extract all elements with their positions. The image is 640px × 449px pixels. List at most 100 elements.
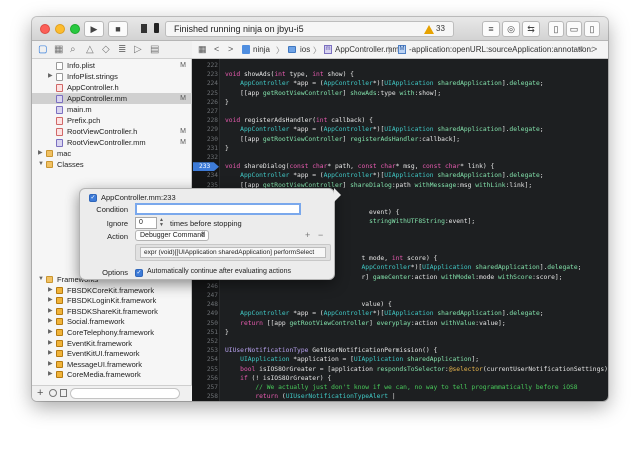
disclosure-closed-icon[interactable]: ▶ — [38, 148, 43, 159]
code-line[interactable]: } — [225, 144, 229, 153]
line-number[interactable]: 251 — [192, 328, 218, 337]
code-line[interactable]: AppController *app = (AppController*)[UI… — [225, 309, 543, 318]
jump-segment-folder[interactable]: ios — [300, 45, 310, 54]
code-line[interactable]: return (UIUserNotificationTypeAlert | — [225, 392, 395, 401]
disclosure-open-icon[interactable]: ▼ — [38, 159, 44, 170]
add-file-button[interactable]: + — [37, 387, 43, 399]
warning-icon[interactable]: △ — [86, 45, 94, 55]
code-line[interactable]: } — [225, 98, 229, 107]
code-line[interactable]: void showAds(int type, int show) { — [225, 70, 354, 79]
add-action-button[interactable]: + — [305, 230, 310, 240]
code-line[interactable]: if (! isIOS8OrGreater) { — [225, 374, 331, 383]
line-number[interactable]: 253 — [192, 346, 218, 355]
code-line[interactable]: // We actually just don't know if we can… — [225, 383, 577, 392]
condition-field[interactable] — [135, 203, 301, 215]
disclosure-closed-icon[interactable]: ▶ — [48, 306, 53, 317]
file-tree-item[interactable]: RootViewController.mm M — [32, 137, 192, 148]
code-line[interactable]: void registerAdsHandler(int callback) { — [225, 116, 373, 125]
line-number[interactable]: 232 — [192, 153, 218, 162]
scm-filter-icon[interactable] — [60, 389, 67, 397]
file-tree-item[interactable]: ▶ FBSDKCoreKit.framework — [32, 285, 192, 296]
line-number[interactable]: 227 — [192, 107, 218, 116]
disclosure-open-icon[interactable]: ▼ — [38, 274, 44, 285]
ignore-count-field[interactable]: 0 — [135, 217, 157, 229]
warning-icon[interactable] — [424, 25, 434, 34]
stop-button[interactable]: ■ — [108, 21, 128, 37]
code-line[interactable]: UIApplication *application = [UIApplicat… — [225, 355, 479, 364]
file-tree-item[interactable]: AppController.h — [32, 82, 192, 93]
breakpoint-marker[interactable]: 233 — [193, 162, 219, 172]
line-number[interactable]: 256 — [192, 374, 218, 383]
scheme-selector[interactable] — [141, 24, 149, 34]
file-tree-item[interactable]: ▶ CoreTelephony.framework — [32, 327, 192, 338]
assistant-editor-button[interactable]: ◎ — [502, 21, 520, 37]
line-number[interactable]: 255 — [192, 365, 218, 374]
line-number[interactable]: 224 — [192, 79, 218, 88]
code-line[interactable]: AppController *app = (AppController*)[UI… — [225, 125, 543, 134]
file-tree-item[interactable]: ▼ Classes — [32, 159, 192, 170]
back-button[interactable]: < — [214, 44, 219, 54]
disclosure-closed-icon[interactable]: ▶ — [48, 285, 53, 296]
warning-count[interactable]: 33 — [436, 24, 445, 33]
symbol-icon[interactable]: ▦ — [54, 45, 63, 55]
disclosure-closed-icon[interactable]: ▶ — [48, 348, 53, 359]
code-line[interactable]: return [[app getRootViewController] ever… — [225, 319, 505, 328]
forward-button[interactable]: > — [228, 44, 233, 54]
recent-files-icon[interactable] — [49, 389, 57, 397]
code-line[interactable]: [[app getRootViewController] registerAds… — [225, 135, 460, 144]
file-tree-item[interactable]: RootViewController.h M — [32, 126, 192, 137]
close-window-button[interactable] — [40, 24, 50, 34]
disclosure-closed-icon[interactable]: ▶ — [48, 71, 53, 82]
breakpoint-icon[interactable]: ▷ — [134, 45, 142, 55]
file-tree-item[interactable]: ▶ EventKitUI.framework — [32, 348, 192, 359]
breakpoint-enabled-checkbox[interactable]: ✓ — [89, 194, 97, 202]
related-items-icon[interactable]: ▦ — [198, 44, 207, 55]
next-issue-button[interactable]: > — [592, 44, 597, 54]
line-number[interactable]: 222 — [192, 61, 218, 70]
code-line[interactable]: [[app getRootViewController] showAds:typ… — [225, 89, 441, 98]
disclosure-closed-icon[interactable]: ▶ — [48, 327, 53, 338]
debugger-command-field[interactable]: expr (void)[[UIApplication sharedApplica… — [140, 247, 326, 258]
file-tree-item[interactable]: ▶ MessageUI.framework — [32, 359, 192, 370]
file-tree-item[interactable]: ▶ FBSDKShareKit.framework — [32, 306, 192, 317]
code-line[interactable]: AppController *app = (AppController*)[UI… — [225, 171, 543, 180]
file-tree-item[interactable]: ▶ CoreMedia.framework — [32, 369, 192, 380]
line-number[interactable]: 223 — [192, 70, 218, 79]
file-tree-item[interactable]: Info.plist M — [32, 60, 192, 71]
toggle-debug-area-button[interactable]: ▭ — [566, 21, 582, 37]
ignore-stepper[interactable]: ▲ ▼ — [159, 218, 165, 229]
standard-editor-button[interactable]: ≡ — [482, 21, 500, 37]
line-number[interactable]: 231 — [192, 144, 218, 153]
debug-icon[interactable]: ≣ — [118, 45, 126, 55]
disclosure-closed-icon[interactable]: ▶ — [48, 369, 53, 380]
jump-segment-method[interactable]: -application:openURL:sourceApplication:a… — [409, 45, 593, 54]
file-tree-item[interactable]: Prefix.pch — [32, 115, 192, 126]
version-editor-button[interactable]: ⇆ — [522, 21, 540, 37]
run-button[interactable]: ▶ — [84, 21, 104, 37]
line-number[interactable]: 234 — [192, 171, 218, 180]
line-number[interactable]: 250 — [192, 319, 218, 328]
code-line[interactable]: value) { — [225, 300, 391, 309]
device-selector[interactable] — [151, 21, 161, 37]
search-icon[interactable]: ⌕ — [70, 45, 76, 55]
line-number[interactable]: 258 — [192, 392, 218, 401]
file-tree-item[interactable]: main.m — [32, 104, 192, 115]
code-line[interactable]: bool isIOS8OrGreater = [application resp… — [225, 365, 608, 374]
line-number[interactable]: 229 — [192, 125, 218, 134]
toggle-navigator-button[interactable]: ▯ — [548, 21, 564, 37]
test-icon[interactable]: ◇ — [102, 45, 110, 55]
action-type-select[interactable]: Debugger Command ⇕ — [135, 230, 209, 241]
minimize-window-button[interactable] — [55, 24, 65, 34]
file-tree-item[interactable]: ▶ mac — [32, 148, 192, 159]
remove-action-button[interactable]: − — [318, 230, 323, 240]
line-number[interactable]: 246 — [192, 282, 218, 291]
previous-issue-button[interactable]: < — [578, 44, 583, 54]
line-number[interactable]: 257 — [192, 383, 218, 392]
line-number[interactable]: 247 — [192, 291, 218, 300]
line-number[interactable]: 225 — [192, 89, 218, 98]
line-number[interactable]: 226 — [192, 98, 218, 107]
auto-continue-checkbox[interactable]: ✓ — [135, 269, 143, 277]
file-tree-item[interactable]: ▶ Social.framework — [32, 316, 192, 327]
code-line[interactable]: void shareDialog(const char* path, const… — [225, 162, 494, 171]
disclosure-closed-icon[interactable]: ▶ — [48, 295, 53, 306]
